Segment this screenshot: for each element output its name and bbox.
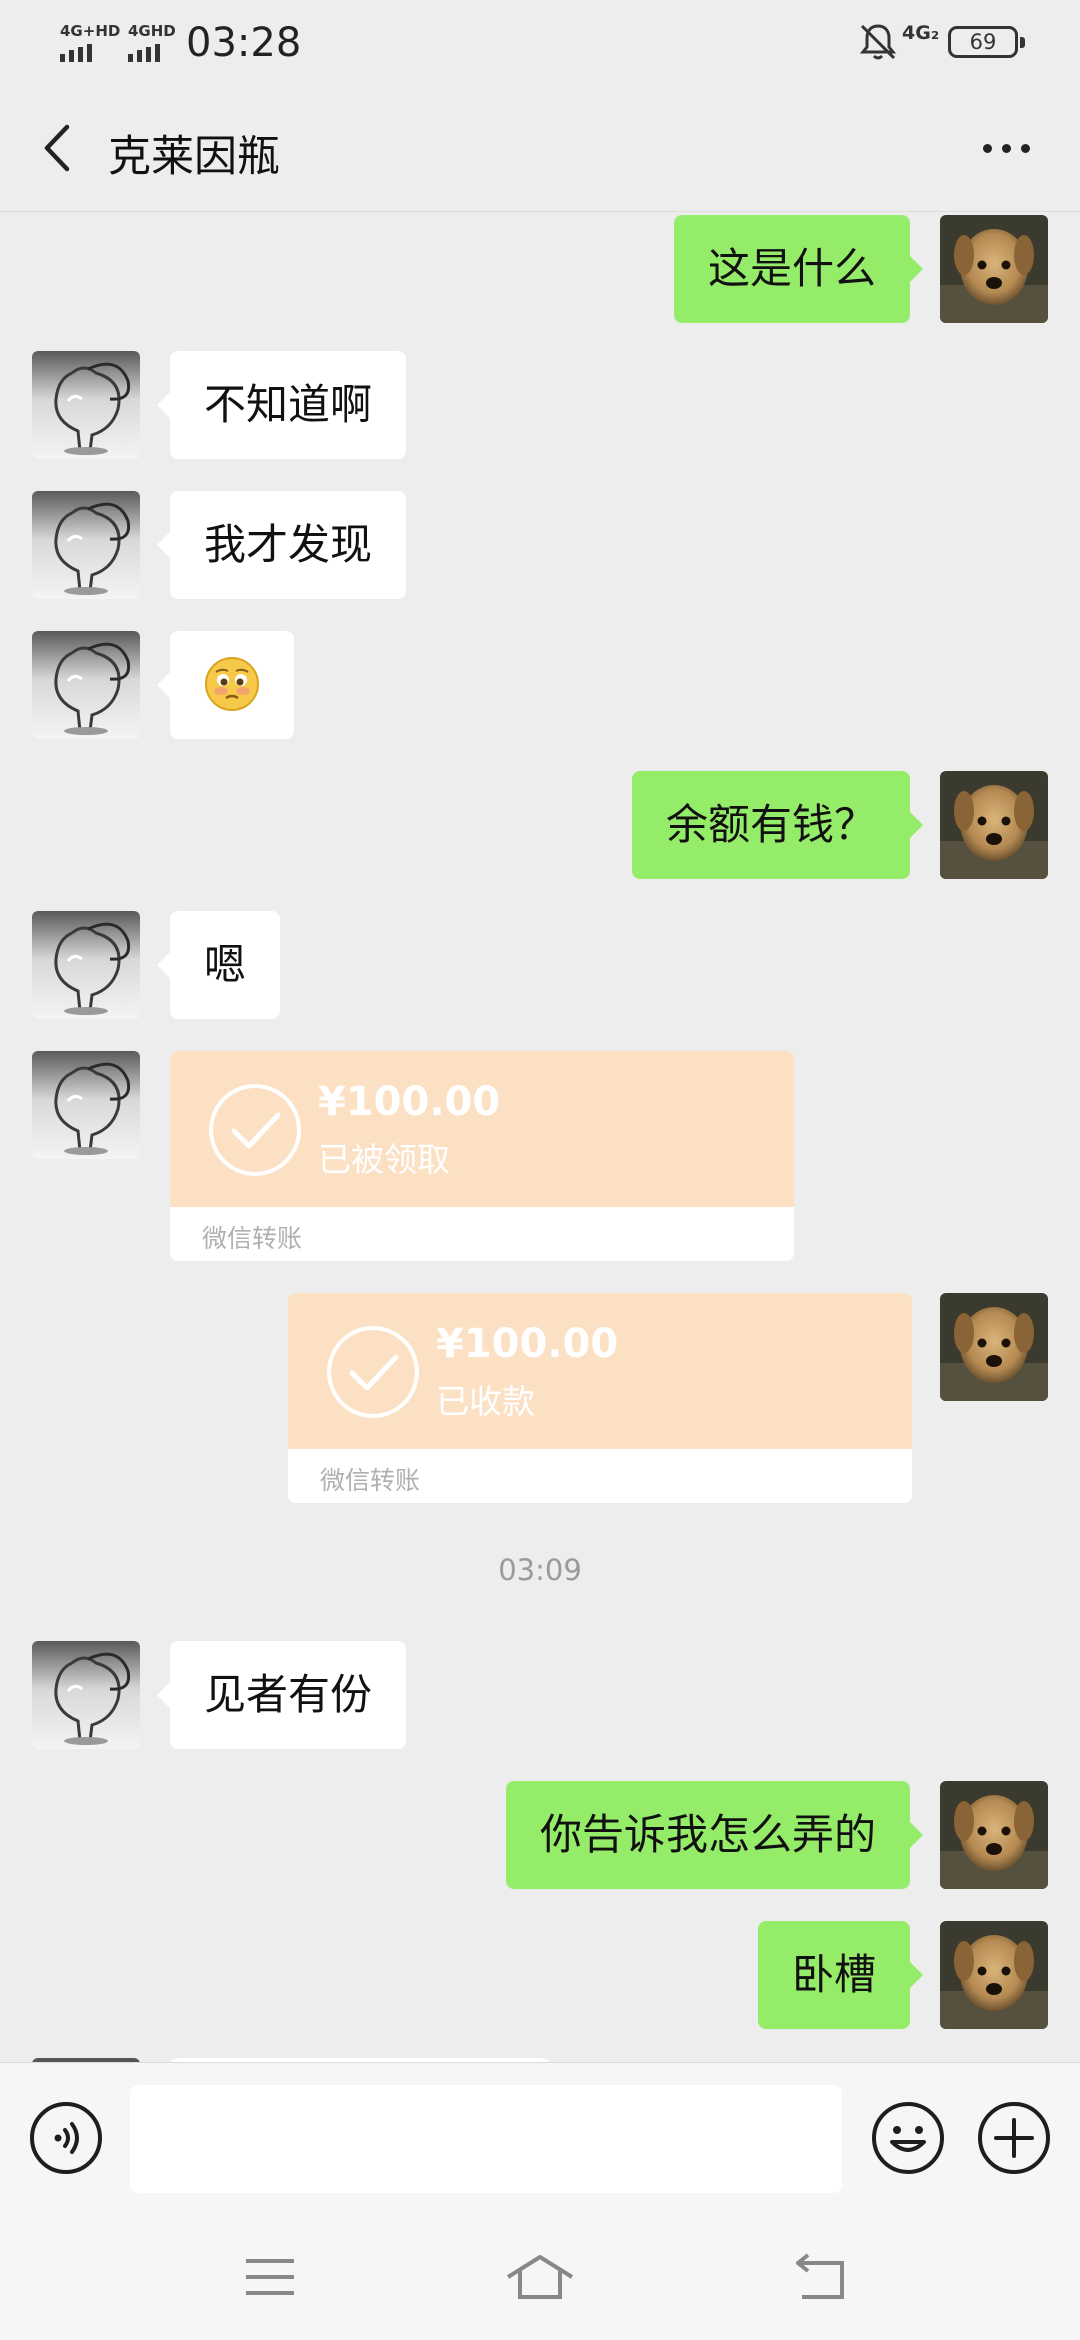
outgoing-message[interactable]: 这是什么: [673, 215, 924, 323]
time-divider: 03:09: [498, 1553, 582, 1587]
outgoing-message[interactable]: 卧槽: [757, 1921, 924, 2029]
status-time: 03:28: [186, 20, 302, 66]
outgoing-message[interactable]: 你告诉我怎么弄的: [505, 1781, 924, 1889]
more-dot: [1001, 143, 1011, 153]
sim1-label: 4G+HD: [60, 22, 121, 40]
my-avatar[interactable]: [940, 1921, 1048, 2029]
transfer-amount: ¥100.00: [318, 1079, 501, 1125]
contact-avatar[interactable]: [32, 631, 140, 739]
incoming-emoji-message[interactable]: [157, 631, 294, 739]
my-avatar[interactable]: [940, 1293, 1048, 1401]
contact-avatar[interactable]: [32, 351, 140, 459]
more-dot: [1020, 143, 1030, 153]
message-input[interactable]: [130, 2085, 842, 2193]
sim2-label: 4GHD: [128, 22, 176, 40]
back-arrow-icon[interactable]: [782, 2247, 862, 2307]
battery-icon: 69: [948, 26, 1025, 58]
transfer-status: 已被领取: [318, 1140, 450, 1179]
contact-avatar[interactable]: [32, 1641, 140, 1749]
transfer-card-footer: 微信转账: [288, 1449, 912, 1503]
sim1-signal-icon: 4G+HD: [60, 22, 122, 62]
check-circle-icon: [208, 1083, 302, 1177]
input-bar: [0, 2062, 1080, 2217]
my-avatar[interactable]: [940, 771, 1048, 879]
chat-header: 克莱因瓶: [0, 84, 1080, 212]
more-options-button[interactable]: [966, 116, 1046, 180]
sim2-signal-icon: 4GHD: [128, 22, 178, 62]
contact-avatar[interactable]: [32, 491, 140, 599]
plus-circle-icon[interactable]: [976, 2100, 1052, 2176]
transfer-status: 已收款: [436, 1382, 535, 1421]
transfer-amount: ¥100.00: [436, 1321, 619, 1367]
message-list[interactable]: 这是什么 不知道啊 我才发现 余额有钱？ 嗯 ¥100.00 已被领取 微信转账…: [0, 213, 1080, 2062]
transfer-card-body: ¥100.00 已收款: [288, 1293, 912, 1449]
menu-icon[interactable]: [230, 2247, 310, 2307]
transfer-service-label: 微信转账: [320, 1466, 421, 1495]
check-circle-icon: [326, 1325, 420, 1419]
transfer-card-received[interactable]: ¥100.00 已被领取 微信转账: [170, 1051, 794, 1261]
contact-avatar[interactable]: [32, 911, 140, 1019]
more-dot: [982, 143, 992, 153]
outgoing-message[interactable]: 余额有钱？: [631, 771, 924, 879]
chat-screen: 4G+HD 4GHD 03:28 4G₂ 69 克莱因瓶 这是什么 不知道啊 我…: [0, 0, 1080, 2340]
chevron-left-icon: [44, 124, 70, 172]
transfer-card-footer: 微信转账: [170, 1207, 794, 1261]
network-label: 4G₂: [902, 22, 940, 44]
bell-off-icon: [859, 24, 897, 60]
woozy-face-emoji-icon: [205, 656, 259, 711]
chat-title[interactable]: 克莱因瓶: [108, 122, 280, 184]
home-icon[interactable]: [500, 2247, 580, 2307]
status-bar: 4G+HD 4GHD 03:28 4G₂ 69: [0, 0, 1080, 84]
bubble-tail: [898, 1333, 912, 1361]
my-avatar[interactable]: [940, 215, 1048, 323]
incoming-message[interactable]: 见者有份: [156, 1641, 407, 1749]
contact-avatar[interactable]: [32, 1051, 140, 1159]
battery-level: 69: [969, 30, 997, 54]
system-nav-bar: [0, 2217, 1080, 2340]
transfer-card-accepted[interactable]: ¥100.00 已收款 微信转账: [288, 1293, 912, 1503]
incoming-message[interactable]: 我才发现: [156, 491, 407, 599]
transfer-card-body: ¥100.00 已被领取: [170, 1051, 794, 1207]
transfer-service-label: 微信转账: [202, 1224, 303, 1253]
incoming-message[interactable]: 不知道啊: [156, 351, 407, 459]
voice-icon[interactable]: [28, 2100, 104, 2176]
back-button[interactable]: [26, 116, 90, 180]
incoming-message[interactable]: 嗯: [156, 911, 281, 1019]
smiley-icon[interactable]: [870, 2100, 946, 2176]
my-avatar[interactable]: [940, 1781, 1048, 1889]
